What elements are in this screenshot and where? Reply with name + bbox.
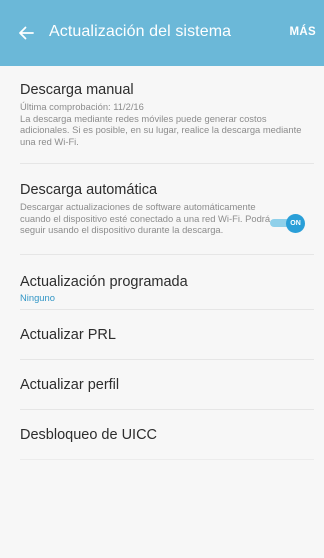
page-title: Actualización del sistema <box>49 23 232 40</box>
manual-download-item[interactable]: Descarga manual Última comprobación: 11/… <box>20 66 314 164</box>
automatic-download-description: Descargar actualizaciones de software au… <box>20 201 271 236</box>
arrow-left-icon[interactable] <box>18 25 34 41</box>
update-profile-title: Actualizar perfil <box>20 377 120 393</box>
uicc-unlock-item[interactable]: Desbloqueo de UICC <box>20 410 314 460</box>
automatic-download-toggle[interactable]: ON <box>270 214 308 233</box>
update-prl-title: Actualizar PRL <box>20 327 116 343</box>
update-prl-item[interactable]: Actualizar PRL <box>20 310 314 360</box>
scheduled-update-value: Ninguno <box>20 292 55 303</box>
manual-download-description: Última comprobación: 11/2/16 La descarga… <box>20 101 302 147</box>
scheduled-update-title: Actualización programada <box>20 274 188 290</box>
automatic-download-item[interactable]: Descarga automática Descargar actualizac… <box>20 164 314 255</box>
app-bar: Actualización del sistema MÁS <box>0 0 324 66</box>
update-profile-item[interactable]: Actualizar perfil <box>20 360 314 410</box>
manual-download-title: Descarga manual <box>20 82 134 98</box>
settings-list: Descarga manual Última comprobación: 11/… <box>0 66 324 460</box>
automatic-download-title: Descarga automática <box>20 182 158 198</box>
toggle-knob: ON <box>286 214 305 233</box>
more-button[interactable]: MÁS <box>290 24 316 40</box>
scheduled-update-item[interactable]: Actualización programada Ninguno <box>20 255 314 310</box>
uicc-unlock-title: Desbloqueo de UICC <box>20 427 158 443</box>
system-update-screen: Actualización del sistema MÁS Descarga m… <box>0 0 324 558</box>
